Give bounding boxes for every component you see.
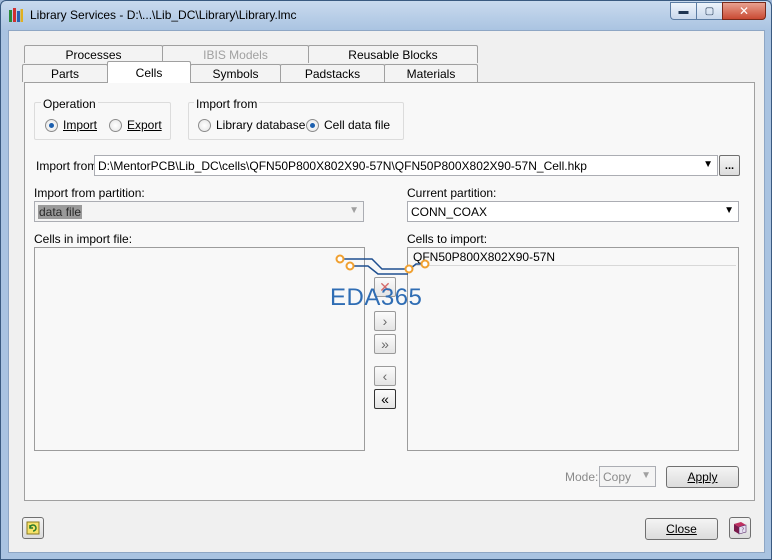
apply-button[interactable]: Apply [666,466,739,488]
help-button[interactable]: ? [729,517,751,539]
remove-cell-button[interactable]: ‹ [374,366,396,386]
close-button-label: Close [666,522,697,536]
radio-library-database-label: Library database [216,118,306,132]
svg-text:?: ? [742,528,745,534]
import-path-field[interactable]: D:\MentorPCB\Lib_DC\cells\QFN50P800X802X… [94,155,718,176]
import-partition-select: data file ▼ [34,201,364,222]
radio-export[interactable]: Export [109,118,162,132]
library-services-window: Library Services - D:\...\Lib_DC\Library… [0,0,772,560]
radio-import-dot[interactable] [45,118,58,132]
minimize-button[interactable]: ▬ [670,2,696,20]
tab-parts[interactable]: Parts [22,64,108,82]
eda365-watermark: EDA365 [328,250,444,314]
radio-import-label: Import [63,118,98,132]
tab-cells[interactable]: Cells [107,61,191,83]
cells-to-import-label: Cells to import: [407,232,488,246]
maximize-button[interactable]: ▢ [696,2,722,20]
radio-cell-data-file-label: Cell data file [324,118,391,132]
mode-value: Copy [603,469,632,484]
operation-group-title: Operation [41,97,98,111]
watermark-text: EDA365 [330,284,423,311]
cells-in-file-list[interactable] [34,247,365,451]
radio-library-database[interactable]: Library database [198,118,305,132]
mode-select: Copy ▼ [599,466,656,487]
add-all-cells-button[interactable]: » [374,334,396,354]
cells-in-file-label: Cells in import file: [34,232,133,246]
window-title: Library Services - D:\...\Lib_DC\Library… [30,8,297,22]
current-partition-select[interactable]: CONN_COAX ▼ [407,201,739,222]
import-path-value: D:\MentorPCB\Lib_DC\cells\QFN50P800X802X… [98,158,587,173]
dropdown-arrow-icon: ▼ [349,205,359,216]
tab-symbols[interactable]: Symbols [190,64,281,82]
import-from-group-title: Import from [194,97,260,111]
dropdown-arrow-icon: ▼ [641,470,651,481]
refresh-button[interactable] [22,517,44,539]
radio-cell-data-file[interactable]: Cell data file [306,118,390,132]
remove-all-cells-button[interactable]: « [374,389,396,409]
current-partition-label: Current partition: [407,186,497,200]
window-controls: ▬ ▢ ✕ [670,2,766,20]
tab-materials[interactable]: Materials [384,64,478,82]
import-partition-label: Import from partition: [34,186,145,200]
mode-label: Mode: [565,470,599,484]
add-cell-button[interactable]: › [374,311,396,331]
dropdown-arrow-icon[interactable]: ▼ [724,205,734,216]
apply-button-label: Apply [687,470,718,484]
tab-padstacks[interactable]: Padstacks [280,64,385,82]
radio-cell-data-file-dot[interactable] [306,118,319,132]
close-button[interactable]: Close [645,518,718,540]
radio-export-label: Export [127,118,162,132]
title-bar[interactable]: Library Services - D:\...\Lib_DC\Library… [1,1,771,29]
list-item[interactable]: QFN50P800X802X90-57N [410,249,736,266]
radio-library-database-dot[interactable] [198,118,211,132]
tab-reusable-blocks[interactable]: Reusable Blocks [308,45,478,63]
close-window-button[interactable]: ✕ [722,2,766,20]
watermark-trace-graphic [335,254,430,275]
import-from-label: Import from: [36,159,101,173]
cells-to-import-list[interactable]: QFN50P800X802X90-57N [407,247,739,451]
dropdown-arrow-icon[interactable]: ▼ [703,159,713,170]
browse-button[interactable]: ... [719,155,740,176]
radio-export-dot[interactable] [109,118,122,132]
refresh-icon [26,521,40,535]
library-app-icon [8,7,24,23]
import-partition-value: data file [38,204,83,219]
current-partition-value: CONN_COAX [411,204,488,219]
help-book-icon: ? [734,522,747,535]
radio-import[interactable]: Import [45,118,97,132]
